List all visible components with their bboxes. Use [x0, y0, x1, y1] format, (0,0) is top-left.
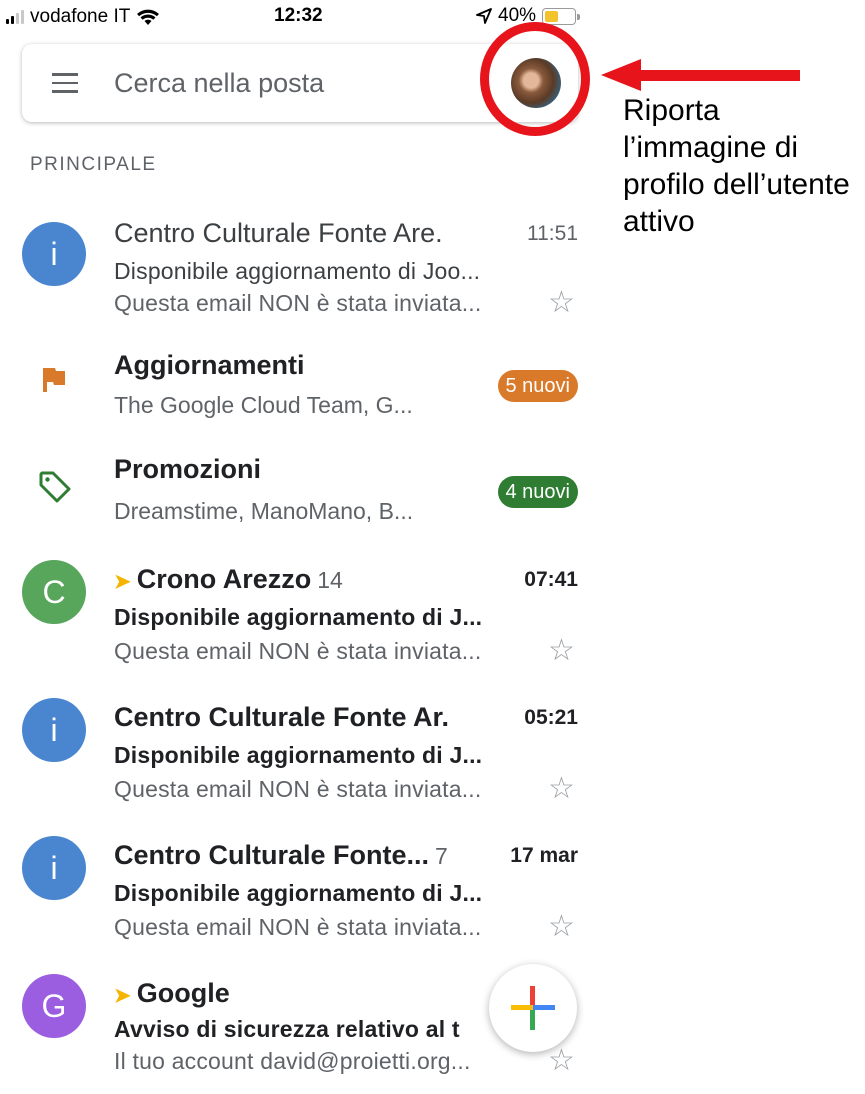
category-title: Promozioni	[114, 454, 261, 484]
sender-name: Centro Culturale Fonte Are.	[114, 218, 443, 248]
email-snippet: Il tuo account david@proietti.org...	[114, 1048, 471, 1074]
star-icon[interactable]: ☆	[548, 1046, 575, 1076]
new-count-badge: 5 nuovi	[497, 370, 578, 402]
annotation-text: Riporta l’immagine di profilo dell’utent…	[623, 94, 850, 238]
email-subject: Disponibile aggiornamento di J...	[114, 880, 483, 906]
sender-avatar: i	[22, 698, 86, 762]
email-row[interactable]: i Centro Culturale Fonte Ar. 05:21 Dispo…	[0, 698, 600, 818]
sender-name: Google	[136, 978, 230, 1008]
email-snippet: Questa email NON è stata inviata...	[114, 290, 482, 316]
sender-name: Crono Arezzo	[136, 564, 312, 594]
battery-level	[545, 10, 558, 22]
sender-avatar: G	[22, 974, 86, 1038]
flag-icon	[43, 368, 65, 392]
email-row[interactable]: i Centro Culturale Fonte... 7 17 mar Disp…	[0, 836, 600, 956]
email-time: 11:51	[527, 222, 578, 245]
email-snippet: Questa email NON è stata inviata...	[114, 914, 482, 940]
sender-avatar: i	[22, 222, 86, 286]
annotation-arrow	[640, 70, 800, 81]
email-time: 17 mar	[510, 844, 578, 867]
clock: 12:32	[274, 5, 323, 26]
email-row[interactable]: i Centro Culturale Fonte Are. 11:51 Disp…	[0, 192, 600, 318]
email-subject: Disponibile aggiornamento di Joo...	[114, 258, 481, 284]
search-input[interactable]: Cerca nella posta	[114, 68, 324, 99]
email-time: 05:21	[524, 706, 578, 729]
sender-line: ➤ Google	[114, 978, 230, 1009]
email-subject: Avviso di sicurezza relativo al t	[114, 1016, 460, 1042]
sender-line: Centro Culturale Fonte... 7	[114, 840, 448, 871]
annotation-arrow-head	[601, 59, 641, 91]
email-snippet: Questa email NON è stata inviata...	[114, 638, 482, 664]
tag-icon	[39, 471, 71, 503]
carrier-label: vodafone IT	[30, 6, 131, 27]
menu-icon[interactable]	[52, 73, 78, 93]
thread-count: 7	[435, 843, 448, 869]
star-icon[interactable]: ☆	[548, 774, 575, 804]
star-icon[interactable]: ☆	[548, 912, 575, 942]
category-row-promotions[interactable]: Promozioni Dreamstime, ManoMano, B... 4 …	[0, 446, 600, 566]
new-count-badge: 4 nuovi	[497, 476, 578, 508]
compose-button[interactable]	[489, 964, 577, 1052]
sender-avatar: i	[22, 836, 86, 900]
important-marker-icon[interactable]: ➤	[114, 571, 131, 593]
section-label: PRINCIPALE	[30, 154, 157, 175]
wifi-icon	[137, 9, 160, 25]
category-row-updates[interactable]: Aggiornamenti The Google Cloud Team, G..…	[0, 340, 600, 460]
email-subject: Disponibile aggiornamento di J...	[114, 604, 483, 630]
email-row[interactable]: C ➤ Crono Arezzo 14 07:41 Disponibile aggi…	[0, 560, 600, 680]
star-icon[interactable]: ☆	[548, 288, 575, 318]
signal-icon	[6, 10, 24, 24]
sender-name: Centro Culturale Fonte Ar.	[114, 702, 450, 732]
sender-line: ➤ Crono Arezzo 14	[114, 564, 343, 595]
star-icon[interactable]: ☆	[548, 636, 575, 666]
category-senders: The Google Cloud Team, G...	[114, 392, 413, 418]
important-marker-icon[interactable]: ➤	[114, 985, 131, 1007]
location-icon	[476, 8, 492, 24]
email-snippet: Questa email NON è stata inviata...	[114, 776, 482, 802]
highlight-circle	[480, 22, 590, 136]
category-title: Aggiornamenti	[114, 350, 305, 380]
category-senders: Dreamstime, ManoMano, B...	[114, 498, 414, 524]
email-time: 07:41	[524, 568, 578, 591]
sender-avatar: C	[22, 560, 86, 624]
sender-name: Centro Culturale Fonte...	[114, 840, 430, 870]
thread-count: 14	[317, 567, 343, 593]
email-subject: Disponibile aggiornamento di J...	[114, 742, 483, 768]
battery-icon	[542, 7, 581, 25]
